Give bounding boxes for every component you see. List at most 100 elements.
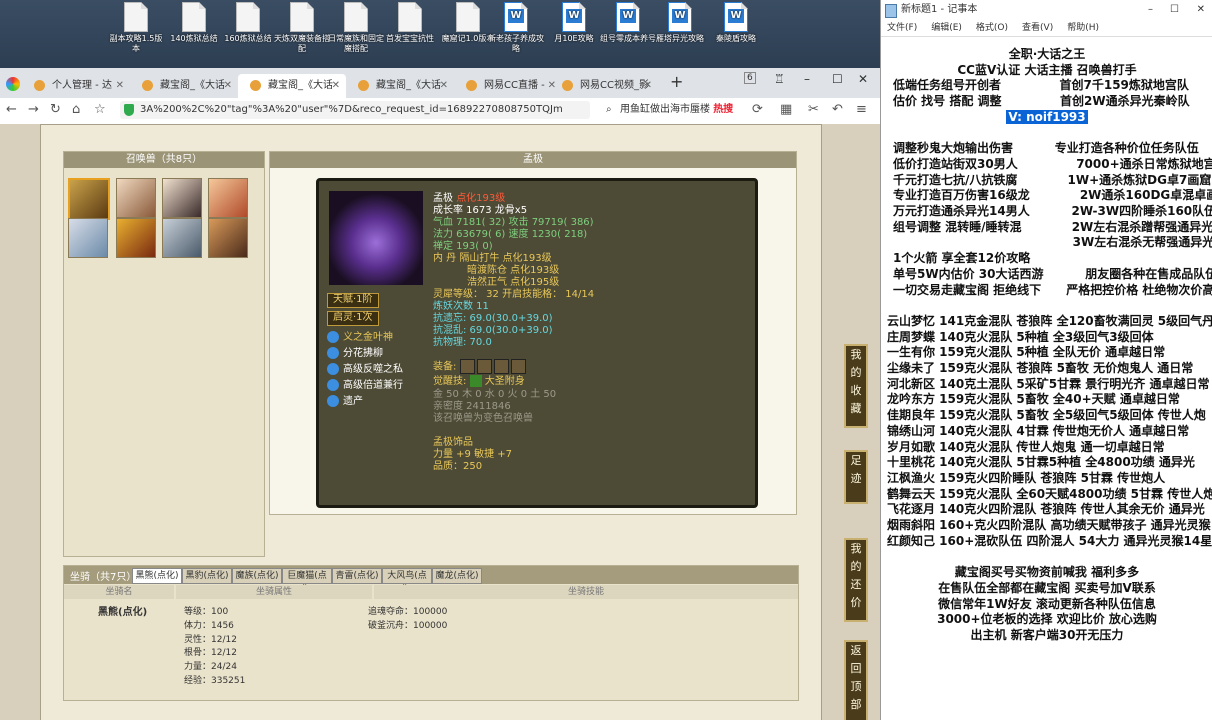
close-button[interactable]: ✕ xyxy=(1197,0,1205,20)
browser-tab[interactable]: 藏宝阁_《大话 ✕ xyxy=(130,74,238,98)
pet-skill[interactable]: 高级反噬之私 xyxy=(327,363,403,378)
mount-tabs: 坐骑（共7只） 黑熊(点化)黑豹(点化)魔族(点化)巨魔猫(点化)青雷(点化)大… xyxy=(64,566,798,595)
mount-tab[interactable]: 黑熊(点化) xyxy=(132,568,182,584)
pet-list-panel: 召唤兽（共8只） xyxy=(63,151,265,557)
pet-skill[interactable]: 义之金叶神 xyxy=(327,331,393,346)
hot-search-badge[interactable]: 热搜 xyxy=(713,104,733,115)
desktop-file-icon[interactable]: 副本攻略1.5版本 xyxy=(108,2,164,54)
pet-skill[interactable]: 遗产 xyxy=(327,395,363,410)
pet-avatar[interactable] xyxy=(68,218,108,258)
equip-icon xyxy=(459,359,475,374)
sync-icon[interactable]: ⟳ xyxy=(752,102,763,117)
desktop-file-icon[interactable]: W 新老孩子养成攻略 xyxy=(488,2,544,54)
pet-mp-speed: 法力 63679( 6) 速度 1230( 218) xyxy=(433,229,588,240)
browser-tab[interactable]: 藏宝阁_《大话 ✕ xyxy=(346,74,454,98)
forward-icon[interactable]: → xyxy=(28,102,39,117)
notepad-text-area[interactable]: 全职·大话之王 CC蓝V认证 大话主播 召唤兽打手 低端任务组号开创者 首创7千15… xyxy=(881,37,1212,720)
pet-skill[interactable]: 高级倍道兼行 xyxy=(327,379,403,394)
desktop-file-icon[interactable]: 160炼狱总结 xyxy=(220,2,276,44)
mount-tab[interactable]: 青雷(点化) xyxy=(332,568,382,584)
home-icon[interactable]: ⌂ xyxy=(72,102,80,117)
desktop-file-icon[interactable]: W 雁塔异光攻略 xyxy=(652,2,708,44)
notepad-line: 低端任务组号开创者 首创7千159炼狱地宫队 xyxy=(893,78,1189,93)
minimize-button[interactable]: – xyxy=(804,72,810,86)
desktop-file-icon[interactable]: 日常魔族和固定魔搭配 xyxy=(328,2,384,54)
menu-help[interactable]: 帮助(H) xyxy=(1067,23,1099,33)
desktop-file-icon[interactable]: 首发宝宝抗性 xyxy=(382,2,438,44)
pet-avatar[interactable] xyxy=(208,178,248,218)
shirt-icon[interactable]: ♖ xyxy=(774,72,785,86)
tab-favicon xyxy=(250,80,261,91)
notepad-line: 龙吟东方 159克火混队 5畜牧 全40+天赋 通卓越日常 xyxy=(887,392,1180,407)
notepad-titlebar: 新标题1 - 记事本 – ☐ ✕ xyxy=(881,0,1212,20)
mount-tab[interactable]: 大风鸟(点化) xyxy=(382,568,432,595)
grid-icon[interactable]: ▦ xyxy=(780,102,792,117)
back-icon[interactable]: ← xyxy=(6,102,17,117)
bookmark-star-icon[interactable]: ☆ xyxy=(94,102,106,117)
notepad-line: 十里桃花 140克火混队 5甘霖5种植 全4800功绩 通异光 xyxy=(887,455,1195,470)
mount-col-attr: 坐骑属性 xyxy=(176,585,372,599)
browser-tab[interactable]: 网易CC直播 - ✕ xyxy=(454,74,562,98)
ornament-quality: 品质：250 xyxy=(433,461,483,472)
footprint-button[interactable]: 足迹 xyxy=(844,450,868,504)
mount-tab[interactable]: 魔龙(点化) xyxy=(432,568,482,584)
scissors-icon[interactable]: ✂ xyxy=(808,102,819,117)
browser-logo-icon[interactable] xyxy=(6,77,20,91)
ornament-attr: 力量 +9 敏捷 +7 xyxy=(433,449,513,460)
mount-tab[interactable]: 魔族(点化) xyxy=(232,568,282,584)
maximize-button[interactable]: ☐ xyxy=(832,72,843,86)
desktop-file-icon[interactable]: W 组号零成本养号 xyxy=(600,2,656,44)
my-counter-offer-button[interactable]: 我的还价 xyxy=(844,538,868,622)
pet-avatar[interactable] xyxy=(68,178,110,220)
pet-intimacy: 亲密度 2411846 xyxy=(433,401,511,412)
refresh-icon[interactable]: ↻ xyxy=(50,102,61,117)
browser-tab[interactable]: 个人管理 - 达 ✕ xyxy=(22,74,130,98)
browser-tab[interactable]: 网易CC视频_影 ✕ xyxy=(550,74,658,98)
desktop-file-icon[interactable]: 140炼狱总结 xyxy=(166,2,222,44)
url-input[interactable]: 3A%200%2C%20"tag"%3A%20"user"%7D&reco_re… xyxy=(120,101,590,119)
menu-icon[interactable]: ≡ xyxy=(856,102,867,117)
desktop-file-icon[interactable]: W 月10E攻略 xyxy=(546,2,602,44)
pet-inner-core-2: 暗渡陈仓 点化193级 xyxy=(467,265,560,276)
close-button[interactable]: ✕ xyxy=(858,72,868,86)
pet-skill[interactable]: 分花拂柳 xyxy=(327,347,383,362)
tab-favicon xyxy=(466,80,477,91)
back-to-top-button[interactable]: 返回顶部 xyxy=(844,640,868,720)
notepad-title: 新标题1 - 记事本 xyxy=(901,4,978,15)
notepad-line: 鹤舞云天 159克火混队 全60天赋4800功绩 5甘霖 传世人炮 xyxy=(887,486,1212,501)
undo-icon[interactable]: ↶ xyxy=(832,102,843,117)
notepad-line: 河北新区 140克土混队 5采矿5甘霖 景行明光齐 通卓越日常 xyxy=(887,376,1210,391)
pet-detail-header: 孟极 xyxy=(270,152,796,168)
desktop-file-icon[interactable]: W 秦陵盾攻略 xyxy=(708,2,764,44)
awaken-badge[interactable]: 启灵·1次 xyxy=(327,311,379,326)
pet-list-header: 召唤兽（共8只） xyxy=(64,152,264,168)
talent-badge[interactable]: 天赋·1阶 xyxy=(327,293,379,308)
browser-tab[interactable]: 藏宝阁_《大话 ✕ xyxy=(238,74,346,98)
pet-avatar[interactable] xyxy=(116,218,156,258)
tab-close-icon: ✕ xyxy=(643,80,652,91)
my-favorites-button[interactable]: 我的收藏 xyxy=(844,344,868,428)
notepad-line: 调整秒鬼大炮输出伤害 专业打造各种价位任务队伍 xyxy=(893,141,1199,156)
tab-count[interactable]: 6 xyxy=(744,72,756,84)
menu-file[interactable]: 文件(F) xyxy=(887,23,917,33)
pet-refine: 炼妖次数 11 xyxy=(433,301,489,312)
notepad-line: 出主机 新客户端30开无压力 xyxy=(970,627,1124,642)
menu-edit[interactable]: 编辑(E) xyxy=(931,23,962,33)
pet-avatar[interactable] xyxy=(162,218,202,258)
pet-avatar[interactable] xyxy=(116,178,156,218)
skill-icon xyxy=(327,395,339,407)
notepad-line: 1个火箭 享全套12价攻略 xyxy=(893,251,1031,266)
maximize-button[interactable]: ☐ xyxy=(1170,0,1179,20)
search-box[interactable]: ⌕ 用鱼缸做出海市蜃楼 热搜 xyxy=(604,101,744,119)
notepad-line: 烟雨斜阳 160+克火四阶混队 高功绩天赋带孩子 通异光灵猴 xyxy=(887,518,1211,532)
menu-view[interactable]: 查看(V) xyxy=(1022,23,1053,33)
notepad-window: 新标题1 - 记事本 – ☐ ✕ 文件(F) 编辑(E) 格式(O) 查看(V) 帮助(… xyxy=(880,0,1212,720)
pet-avatar[interactable] xyxy=(162,178,202,218)
minimize-button[interactable]: – xyxy=(1148,0,1153,20)
new-tab-button[interactable]: + xyxy=(670,72,683,91)
pet-avatar[interactable] xyxy=(208,218,248,258)
mount-tab[interactable]: 黑豹(点化) xyxy=(182,568,232,584)
mount-tab[interactable]: 巨魔猫(点化) xyxy=(282,568,332,595)
desktop-file-icon[interactable]: 天炼双魔装备搭配 xyxy=(274,2,330,54)
menu-format[interactable]: 格式(O) xyxy=(976,23,1008,33)
